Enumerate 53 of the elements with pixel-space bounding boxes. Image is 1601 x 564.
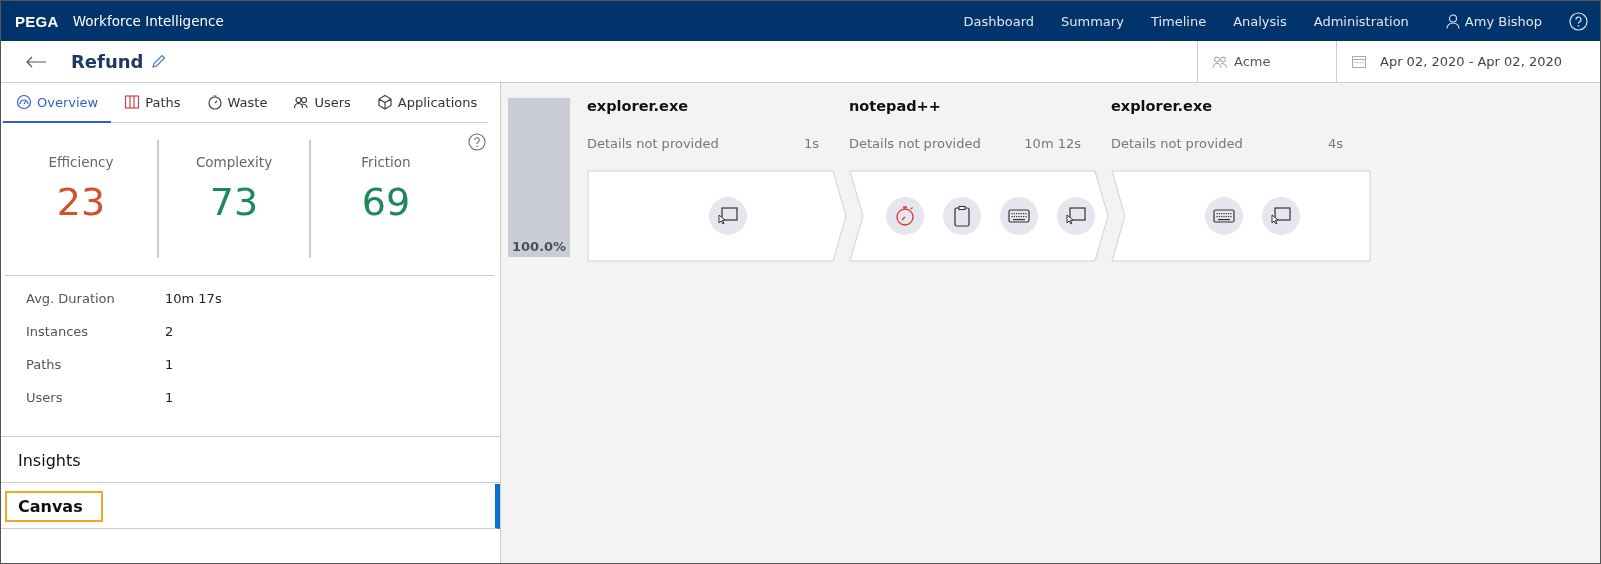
user-name[interactable]: Amy Bishop: [1464, 13, 1542, 29]
metric-value: 69: [361, 180, 411, 224]
stat-label: Users: [26, 390, 64, 405]
nav-link[interactable]: Summary: [1061, 13, 1124, 29]
stat-value: 1: [165, 390, 175, 405]
step-duration: 1s: [803, 136, 819, 153]
back-arrow-icon: [25, 55, 47, 68]
date-range-picker[interactable]: Apr 02, 2020 - Apr 02, 2020: [1336, 41, 1600, 82]
step-title: notepad++: [849, 98, 942, 116]
stat-value: 2: [165, 324, 175, 339]
metric-value: 73: [209, 180, 259, 224]
step-duration: 10m 12s: [1024, 136, 1081, 153]
columns-icon: [124, 94, 141, 110]
user-icon: [1445, 13, 1460, 29]
step-title: explorer.exe: [587, 98, 690, 116]
metric-label: Friction: [361, 154, 411, 170]
cube-icon: [376, 94, 393, 110]
section-label: Canvas: [5, 490, 103, 522]
share-percentage: 100.0%: [511, 239, 567, 256]
metric-label: Efficiency: [48, 154, 114, 170]
stat-label: Paths: [26, 357, 63, 372]
stat-value: 1: [165, 357, 175, 372]
calendar-icon: [1352, 55, 1366, 68]
logo: PEGA: [15, 12, 59, 30]
step-details: Details not provided: [587, 136, 719, 153]
section-item[interactable]: Insights: [1, 438, 500, 483]
users-icon: [1212, 55, 1228, 68]
step-title: explorer.exe: [1111, 98, 1214, 116]
stat-value: 10m 17s: [165, 291, 223, 306]
tab[interactable]: Waste: [193, 83, 281, 123]
stat-label: Instances: [26, 324, 90, 339]
nav-link[interactable]: Analysis: [1233, 13, 1287, 29]
tab[interactable]: Paths: [111, 83, 194, 123]
tab[interactable]: Applications: [363, 83, 491, 123]
stat-label: Avg. Duration: [26, 291, 116, 306]
organization-selector[interactable]: Acme: [1197, 41, 1336, 82]
nav-link[interactable]: Dashboard: [963, 13, 1035, 29]
metric-value: 23: [56, 180, 106, 224]
section-label: Insights: [17, 449, 82, 472]
step-details: Details not provided: [1111, 136, 1243, 153]
nav-link[interactable]: Administration: [1313, 13, 1409, 29]
metric-label: Complexity: [195, 154, 273, 170]
stopwatch-icon: [206, 94, 223, 110]
tab[interactable]: Overview: [3, 83, 112, 123]
page-title: Refund: [71, 51, 144, 72]
step-duration: 4s: [1327, 136, 1343, 153]
nav-link[interactable]: Timeline: [1150, 13, 1207, 29]
help-icon[interactable]: [468, 133, 486, 151]
gauge-icon: [16, 94, 32, 110]
tab[interactable]: Users: [280, 83, 364, 123]
users-icon: [293, 94, 310, 110]
app-title: Workforce Intelligence: [72, 13, 224, 29]
step-details: Details not provided: [849, 136, 981, 153]
